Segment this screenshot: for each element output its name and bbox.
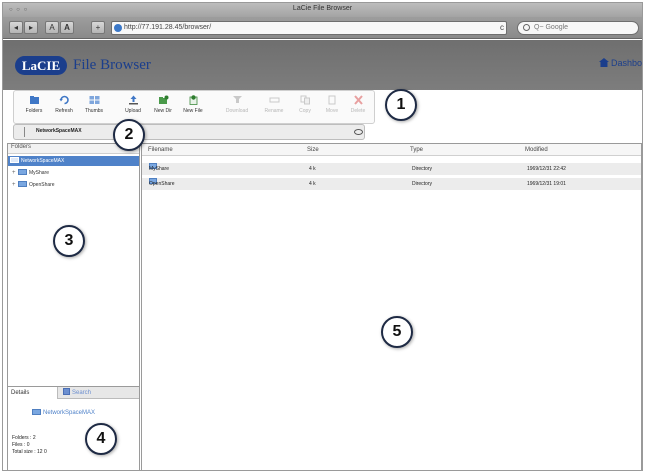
breadcrumb: NetworkSpaceMAX bbox=[13, 124, 365, 140]
thumbs-button[interactable]: Thumbs bbox=[78, 95, 110, 123]
tab-search-label: Search bbox=[72, 390, 92, 396]
eye-icon[interactable] bbox=[354, 129, 363, 135]
thumbs-button-label: Thumbs bbox=[84, 108, 104, 114]
upload-icon bbox=[128, 95, 138, 105]
table-row[interactable]: OpenShare 4 k Directory 1969/12/31 19:01 bbox=[142, 178, 641, 191]
lacie-logo: LaCIE bbox=[15, 56, 67, 75]
new-file-button-label: New File bbox=[183, 108, 203, 114]
app-title: File Browser bbox=[73, 57, 151, 73]
details-tabs: Details Search bbox=[8, 387, 139, 399]
refresh-icon bbox=[59, 95, 69, 105]
breadcrumb-item[interactable]: NetworkSpaceMAX bbox=[36, 128, 82, 134]
details-panel: Details Search NetworkSpaceMAX Folders :… bbox=[8, 386, 139, 470]
callout-4: 4 bbox=[85, 423, 117, 455]
download-button-label: Download bbox=[225, 108, 249, 114]
thumbs-icon bbox=[89, 96, 99, 104]
tree-item-myshare[interactable]: + MyShare bbox=[8, 168, 49, 178]
address-bar[interactable]: http://77.191.28.45/browser/ bbox=[111, 21, 507, 35]
folder-tree-panel: Folders NetworkSpaceMAX + MyShare + OpenSh… bbox=[7, 143, 140, 470]
column-type[interactable]: Type bbox=[410, 144, 423, 156]
file-size-cell: 4 k bbox=[309, 181, 316, 187]
new-file-icon bbox=[189, 95, 197, 105]
globe-icon bbox=[114, 24, 122, 32]
action-toolbar: Folders Refresh Thumbs Upload New Dir Ne… bbox=[13, 90, 375, 124]
download-icon bbox=[232, 96, 242, 103]
app-header: LaCIE File Browser Dashbo bbox=[3, 40, 642, 90]
delete-icon bbox=[353, 95, 363, 105]
new-dir-icon bbox=[158, 95, 168, 104]
refresh-button-label: Refresh bbox=[55, 108, 73, 114]
folders-button[interactable]: Folders bbox=[18, 95, 50, 123]
folders-button-label: Folders bbox=[25, 108, 43, 114]
details-folder-name-label: NetworkSpaceMAX bbox=[43, 410, 96, 416]
new-dir-button-label: New Dir bbox=[154, 108, 172, 114]
back-button[interactable]: ◂ bbox=[9, 21, 23, 34]
column-filename[interactable]: Filename bbox=[148, 144, 173, 156]
callout-5: 5 bbox=[381, 316, 413, 348]
details-folder-name: NetworkSpaceMAX bbox=[32, 409, 95, 416]
callout-1: 1 bbox=[385, 89, 417, 121]
dashboard-link-label: Dashbo bbox=[610, 58, 642, 68]
folder-icon bbox=[18, 181, 27, 187]
file-modified-cell: 1969/12/31 22:42 bbox=[527, 166, 566, 172]
folder-icon bbox=[18, 169, 27, 175]
new-dir-button[interactable]: New Dir bbox=[147, 95, 179, 123]
folder-icon bbox=[32, 409, 41, 415]
dashboard-link[interactable]: Dashbo bbox=[598, 58, 642, 68]
file-name: OpenShare bbox=[149, 181, 175, 187]
home-icon bbox=[598, 58, 609, 67]
details-file-count: Files : 0 bbox=[12, 442, 30, 448]
download-button[interactable]: Download bbox=[221, 95, 253, 123]
search-input[interactable]: Q~ Google bbox=[517, 21, 639, 35]
tree-item-networkspacemax[interactable]: NetworkSpaceMAX bbox=[8, 156, 139, 166]
tree-item-label: NetworkSpaceMAX bbox=[21, 158, 65, 164]
file-size-cell: 4 k bbox=[309, 166, 316, 172]
delete-button[interactable]: Delete bbox=[342, 95, 374, 123]
move-icon bbox=[328, 95, 335, 105]
copy-icon bbox=[300, 95, 310, 105]
table-row[interactable]: MyShare 4 k Directory 1969/12/31 22:42 bbox=[142, 163, 641, 176]
file-list-panel: Filename Size Type Modified MyShare 4 k … bbox=[141, 143, 642, 470]
file-modified-cell: 1969/12/31 19:01 bbox=[527, 181, 566, 187]
tree-item-label: OpenShare bbox=[29, 182, 55, 188]
address-bar-url: http://77.191.28.45/browser/ bbox=[124, 24, 212, 31]
folder-icon bbox=[10, 157, 19, 163]
refresh-button[interactable]: Refresh bbox=[48, 95, 80, 123]
file-list-header: Filename Size Type Modified bbox=[142, 144, 641, 156]
add-bookmark-button[interactable]: + bbox=[91, 21, 105, 34]
rename-button[interactable]: Rename bbox=[258, 95, 290, 123]
tree-item-label: MyShare bbox=[29, 170, 50, 176]
search-icon bbox=[523, 24, 530, 31]
reload-button[interactable]: c bbox=[500, 23, 504, 32]
column-size[interactable]: Size bbox=[307, 144, 319, 156]
new-file-button[interactable]: New File bbox=[177, 95, 209, 123]
file-type-cell: Directory bbox=[412, 166, 433, 172]
callout-2: 2 bbox=[113, 119, 145, 151]
rename-button-label: Rename bbox=[264, 108, 284, 114]
text-smaller-button[interactable]: A bbox=[45, 21, 59, 34]
folders-icon bbox=[29, 96, 39, 104]
browser-toolbar: ◂ ▸ A A + http://77.191.28.45/browser/ c… bbox=[3, 17, 642, 39]
tab-search[interactable]: Search bbox=[63, 387, 91, 399]
search-tab-icon bbox=[63, 388, 70, 395]
details-folder-count: Folders : 2 bbox=[12, 435, 36, 441]
browser-window: ○ ○ ○ LaCie File Browser ◂ ▸ A A + http:… bbox=[2, 2, 643, 471]
file-type-cell: Directory bbox=[412, 181, 433, 187]
tree-item-openshare[interactable]: + OpenShare bbox=[8, 180, 55, 190]
column-modified[interactable]: Modified bbox=[525, 144, 548, 156]
delete-button-label: Delete bbox=[350, 108, 366, 114]
upload-button-label: Upload bbox=[125, 108, 141, 114]
window-title: LaCie File Browser bbox=[292, 5, 353, 12]
window-title-bar: ○ ○ ○ LaCie File Browser bbox=[3, 3, 642, 17]
forward-button[interactable]: ▸ bbox=[24, 21, 38, 34]
text-larger-button[interactable]: A bbox=[60, 21, 74, 34]
breadcrumb-grip-icon bbox=[24, 127, 25, 137]
tab-details[interactable]: Details bbox=[8, 387, 58, 399]
search-placeholder: Q~ Google bbox=[534, 24, 569, 31]
rename-icon bbox=[269, 97, 279, 103]
file-name: MyShare bbox=[149, 166, 170, 172]
details-total-size: Total size : 12 0 bbox=[12, 449, 47, 455]
callout-3: 3 bbox=[53, 225, 85, 257]
